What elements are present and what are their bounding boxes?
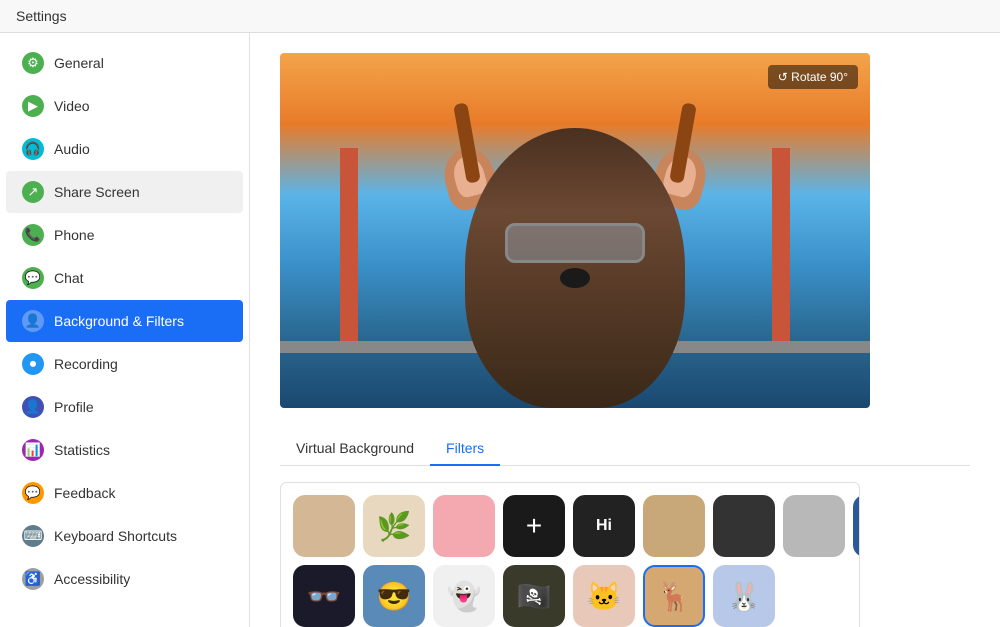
video-preview: ↺ Rotate 90°: [280, 53, 870, 408]
sidebar-icon-share-screen: ↗: [22, 181, 44, 203]
sidebar-label-general: General: [54, 55, 104, 71]
filter-item-f9-vr[interactable]: 🥽: [853, 495, 860, 557]
filter-emoji-f13-pirate: 🏴‍☠️: [517, 580, 552, 613]
filter-emoji-f14-cat: 🐱: [587, 580, 622, 613]
filter-item-f3[interactable]: [433, 495, 495, 557]
sidebar-label-phone: Phone: [54, 227, 94, 243]
main-container: ⚙ General ▶ Video 🎧 Audio ↗ Share Screen…: [0, 33, 1000, 627]
filter-item-f16-bunny[interactable]: 🐰: [713, 565, 775, 627]
sidebar-item-keyboard[interactable]: ⌨ Keyboard Shortcuts: [6, 515, 243, 557]
sidebar-icon-feedback: 💬: [22, 482, 44, 504]
filter-item-f7[interactable]: [713, 495, 775, 557]
sidebar-icon-audio: 🎧: [22, 138, 44, 160]
filter-item-f8[interactable]: [783, 495, 845, 557]
sidebar-label-recording: Recording: [54, 356, 118, 372]
sidebar-icon-chat: 💬: [22, 267, 44, 289]
sidebar-icon-general: ⚙: [22, 52, 44, 74]
tabs-container: Virtual BackgroundFilters: [280, 432, 970, 466]
sidebar-icon-statistics: 📊: [22, 439, 44, 461]
sidebar-item-chat[interactable]: 💬 Chat: [6, 257, 243, 299]
filter-item-f5[interactable]: Hi: [573, 495, 635, 557]
filter-emoji-f12-ghost: 👻: [447, 580, 482, 613]
sidebar-label-profile: Profile: [54, 399, 94, 415]
glasses-filter: [505, 223, 645, 263]
filter-item-f11-cool[interactable]: 😎: [363, 565, 425, 627]
sidebar-item-profile[interactable]: 👤 Profile: [6, 386, 243, 428]
sidebar-icon-background: 👤: [22, 310, 44, 332]
filters-wrapper: 🌿 + Hi 🥽 👓 😎 👻 🏴‍☠️ 🐱 🦌 🐰: [280, 482, 860, 627]
sidebar-label-statistics: Statistics: [54, 442, 110, 458]
plus-icon: +: [526, 510, 542, 542]
sidebar-item-general[interactable]: ⚙ General: [6, 42, 243, 84]
filter-emoji-f11-cool: 😎: [377, 580, 412, 613]
filter-emoji-f2: 🌿: [377, 510, 412, 543]
sidebar-item-video[interactable]: ▶ Video: [6, 85, 243, 127]
sidebar-label-chat: Chat: [54, 270, 84, 286]
sidebar-item-background[interactable]: 👤 Background & Filters: [6, 300, 243, 342]
filter-item-f13-pirate[interactable]: 🏴‍☠️: [503, 565, 565, 627]
sidebar-icon-accessibility: ♿: [22, 568, 44, 590]
sidebar-icon-profile: 👤: [22, 396, 44, 418]
nose-filter: [560, 268, 590, 288]
sidebar-icon-keyboard: ⌨: [22, 525, 44, 547]
filter-item-f12-ghost[interactable]: 👻: [433, 565, 495, 627]
sidebar-label-feedback: Feedback: [54, 485, 115, 501]
rotate-button[interactable]: ↺ Rotate 90°: [768, 65, 858, 89]
bridge-tower-right: [772, 148, 790, 348]
sidebar-label-accessibility: Accessibility: [54, 571, 130, 587]
filter-item-f14-cat[interactable]: 🐱: [573, 565, 635, 627]
filter-item-f2[interactable]: 🌿: [363, 495, 425, 557]
person-face: [465, 128, 685, 408]
sidebar-label-share-screen: Share Screen: [54, 184, 140, 200]
sidebar-icon-recording: ⏺: [22, 353, 44, 375]
filter-emoji-f15-deer: 🦌: [657, 580, 692, 613]
sidebar-label-keyboard: Keyboard Shortcuts: [54, 528, 177, 544]
sidebar-label-video: Video: [54, 98, 90, 114]
bridge-tower-left: [340, 148, 358, 348]
sidebar-icon-video: ▶: [22, 95, 44, 117]
filter-item-f15-deer[interactable]: 🦌: [643, 565, 705, 627]
tab-filters[interactable]: Filters: [430, 432, 500, 466]
sidebar-item-phone[interactable]: 📞 Phone: [6, 214, 243, 256]
sidebar-item-recording[interactable]: ⏺ Recording: [6, 343, 243, 385]
filter-emoji-f10-3d: 👓: [307, 580, 342, 613]
filter-item-f10-3d[interactable]: 👓: [293, 565, 355, 627]
sidebar-label-background: Background & Filters: [54, 313, 184, 329]
hi-text: Hi: [596, 517, 612, 535]
filter-emoji-f16-bunny: 🐰: [727, 580, 762, 613]
filters-grid: 🌿 + Hi 🥽 👓 😎 👻 🏴‍☠️ 🐱 🦌 🐰: [280, 482, 860, 627]
sidebar-item-statistics[interactable]: 📊 Statistics: [6, 429, 243, 471]
sidebar-label-audio: Audio: [54, 141, 90, 157]
filter-item-f4[interactable]: +: [503, 495, 565, 557]
sidebar-item-share-screen[interactable]: ↗ Share Screen: [6, 171, 243, 213]
title-bar: Settings: [0, 0, 1000, 33]
filter-item-f1[interactable]: [293, 495, 355, 557]
content-area: ↺ Rotate 90° Virtual BackgroundFilters 🌿…: [250, 33, 1000, 627]
filter-item-f6[interactable]: [643, 495, 705, 557]
person-area: [415, 88, 735, 408]
sidebar-item-accessibility[interactable]: ♿ Accessibility: [6, 558, 243, 600]
sidebar-icon-phone: 📞: [22, 224, 44, 246]
sidebar-item-feedback[interactable]: 💬 Feedback: [6, 472, 243, 514]
sidebar: ⚙ General ▶ Video 🎧 Audio ↗ Share Screen…: [0, 33, 250, 627]
title-bar-text: Settings: [16, 8, 67, 24]
sidebar-item-audio[interactable]: 🎧 Audio: [6, 128, 243, 170]
tab-virtual-bg[interactable]: Virtual Background: [280, 432, 430, 466]
